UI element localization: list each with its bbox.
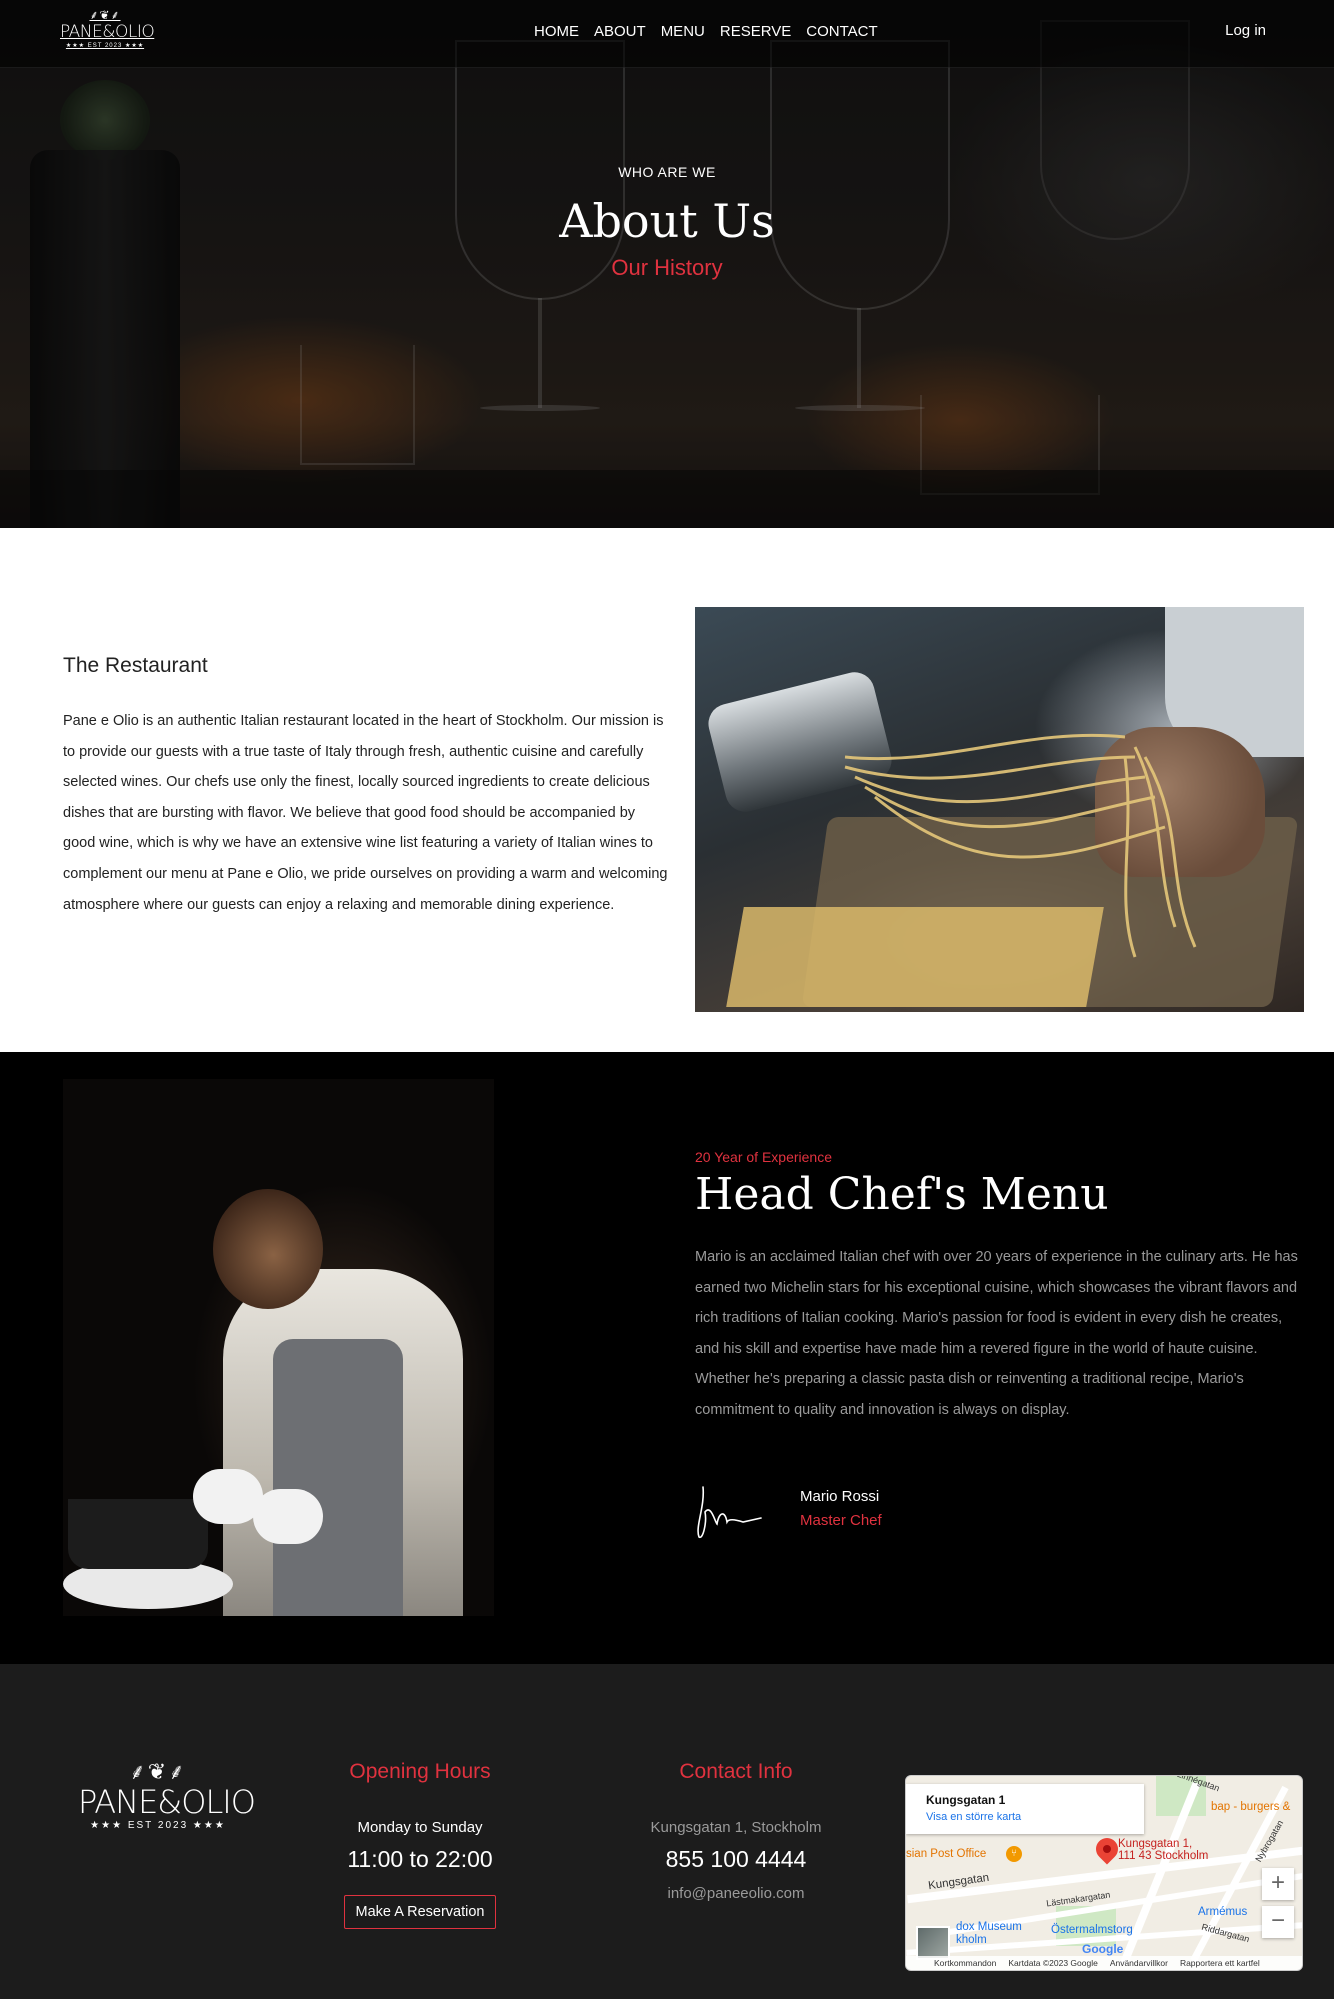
chef-section: 20 Year of Experience Head Chef's Menu M…: [0, 1052, 1334, 1664]
chef-experience: 20 Year of Experience: [695, 1149, 832, 1165]
nav-link-contact[interactable]: CONTACT: [806, 22, 877, 42]
nav-link-menu[interactable]: MENU: [661, 22, 705, 42]
nav-link-about[interactable]: ABOUT: [594, 22, 646, 42]
restaurant-section: The Restaurant Pane e Olio is an authent…: [0, 528, 1334, 1052]
nav-links: HOME ABOUT MENU RESERVE CONTACT: [534, 22, 878, 42]
map-keyboard-shortcuts[interactable]: Kortkommandon: [934, 1958, 996, 1970]
contact-address: Kungsgatan 1, Stockholm: [650, 1819, 822, 1836]
map-label-museum: dox Museum: [956, 1921, 1022, 1933]
map-label-burgers: bap - burgers &: [1211, 1801, 1291, 1813]
nav-link-reserve[interactable]: RESERVE: [720, 22, 791, 42]
map-attribution: Kortkommandon Kartdata ©2023 Google Anvä…: [906, 1956, 1302, 1970]
image-chef-head: [213, 1189, 323, 1309]
map-pin-label-street: Kungsgatan 1,: [1118, 1838, 1193, 1850]
location-map[interactable]: Kungsgatan 1 Visa en större karta sian P…: [905, 1775, 1303, 1971]
contact-info-column: Contact Info Kungsgatan 1, Stockholm 855…: [606, 1760, 866, 1902]
google-logo: Google: [1082, 1942, 1124, 1956]
map-card-title: Kungsgatan 1: [926, 1793, 1006, 1807]
chef-description: Mario is an acclaimed Italian chef with …: [695, 1249, 1298, 1418]
footer: ⸙❦⸙ PANE&OLIO ★★★ EST 2023 ★★★ Opening H…: [0, 1664, 1334, 1999]
map-zoom-in-button[interactable]: +: [1262, 1868, 1294, 1900]
map-report-error-link[interactable]: Rapportera ett kartfel: [1180, 1958, 1260, 1970]
footer-logo-text: PANE&OLIO: [78, 1783, 256, 1821]
site-logo[interactable]: ⸙❦⸙ PANE&OLIO ★★★ EST 2023 ★★★: [60, 8, 155, 58]
hero-kicker: WHO ARE WE: [618, 164, 716, 180]
head-chef-image: [63, 1079, 494, 1616]
wheat-olive-icon: ⸙❦⸙: [89, 8, 121, 22]
chef-role: Master Chef: [800, 1512, 882, 1529]
contact-info-title: Contact Info: [679, 1760, 793, 1783]
map-terms-link[interactable]: Användarvillkor: [1110, 1958, 1168, 1970]
wheat-olive-icon: ⸙❦⸙: [129, 1759, 187, 1784]
opening-days: Monday to Sunday: [357, 1819, 483, 1836]
map-pin-label-city: 111 43 Stockholm: [1118, 1850, 1209, 1862]
map-label-museum-city: kholm: [956, 1934, 987, 1946]
signature-icon: [697, 1486, 762, 1538]
footer-logo-est: ★★★ EST 2023 ★★★: [90, 1820, 226, 1831]
restaurant-title: The Restaurant: [63, 654, 208, 677]
contact-phone: 855 100 4444: [665, 1846, 807, 1872]
map-poi-icon: ⑂: [1006, 1846, 1022, 1862]
map-satellite-toggle[interactable]: [916, 1926, 950, 1960]
pasta-making-image: [695, 607, 1304, 1012]
restaurant-description: Pane e Olio is an authentic Italian rest…: [63, 713, 668, 913]
map-label-ostermalmstorg: Östermalmstorg: [1051, 1924, 1133, 1936]
chef-name: Mario Rossi: [800, 1488, 880, 1505]
logo-text: PANE&OLIO: [60, 22, 155, 42]
map-zoom-out-button[interactable]: −: [1262, 1906, 1294, 1938]
map-data-credit: Kartdata ©2023 Google: [1008, 1958, 1098, 1968]
image-glove: [253, 1489, 323, 1544]
nav-link-home[interactable]: HOME: [534, 22, 579, 42]
make-reservation-button[interactable]: Make A Reservation: [343, 1895, 497, 1929]
opening-hours-column: Opening Hours Monday to Sunday 11:00 to …: [290, 1760, 550, 1929]
top-navbar: ⸙❦⸙ PANE&OLIO ★★★ EST 2023 ★★★ HOME ABOU…: [0, 0, 1334, 68]
chef-title: Head Chef's Menu: [695, 1169, 1109, 1220]
image-pot: [68, 1499, 208, 1569]
login-link[interactable]: Log in: [1225, 22, 1266, 39]
map-label-armemus: Armémus: [1198, 1906, 1248, 1918]
logo-est: ★★★ EST 2023 ★★★: [65, 43, 145, 49]
page-title: About Us: [559, 194, 775, 248]
contact-email[interactable]: info@paneeolio.com: [606, 1885, 866, 1902]
opening-hours-title: Opening Hours: [349, 1760, 491, 1783]
map-label-riddargatan: Riddargatan: [1200, 1921, 1251, 1945]
hero-subtitle: Our History: [611, 255, 723, 280]
pasta-strands: [844, 733, 1197, 958]
image-chef-apron: [273, 1339, 403, 1616]
map-info-card: Kungsgatan 1 Visa en större karta: [906, 1784, 1144, 1834]
footer-logo: ⸙❦⸙ PANE&OLIO ★★★ EST 2023 ★★★: [78, 1759, 256, 1833]
opening-time: 11:00 to 22:00: [347, 1846, 493, 1872]
hero-section: ⸙❦⸙ PANE&OLIO ★★★ EST 2023 ★★★ HOME ABOU…: [0, 0, 1334, 528]
map-larger-link[interactable]: Visa en större karta: [926, 1811, 1124, 1823]
map-label-post: sian Post Office: [906, 1848, 987, 1860]
